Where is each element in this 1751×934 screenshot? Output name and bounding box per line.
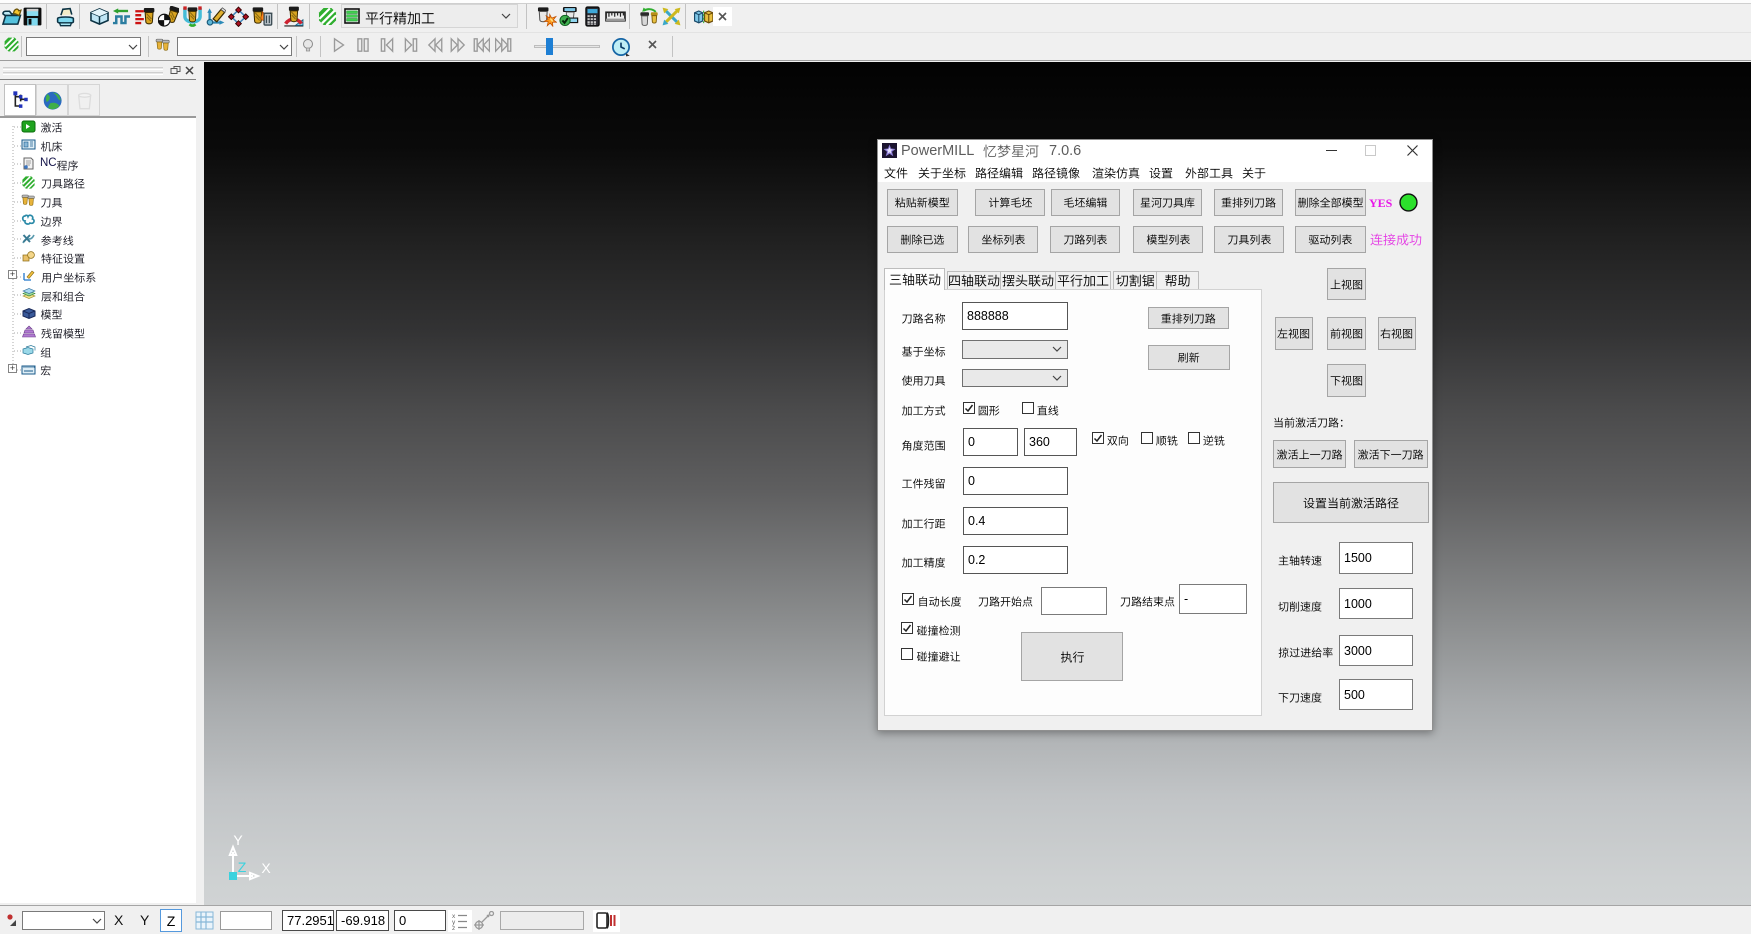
svg-text:Z: Z xyxy=(238,859,247,875)
svg-text:z: z xyxy=(452,925,455,930)
svg-text:Y: Y xyxy=(233,832,243,848)
svg-text:X: X xyxy=(261,860,271,876)
